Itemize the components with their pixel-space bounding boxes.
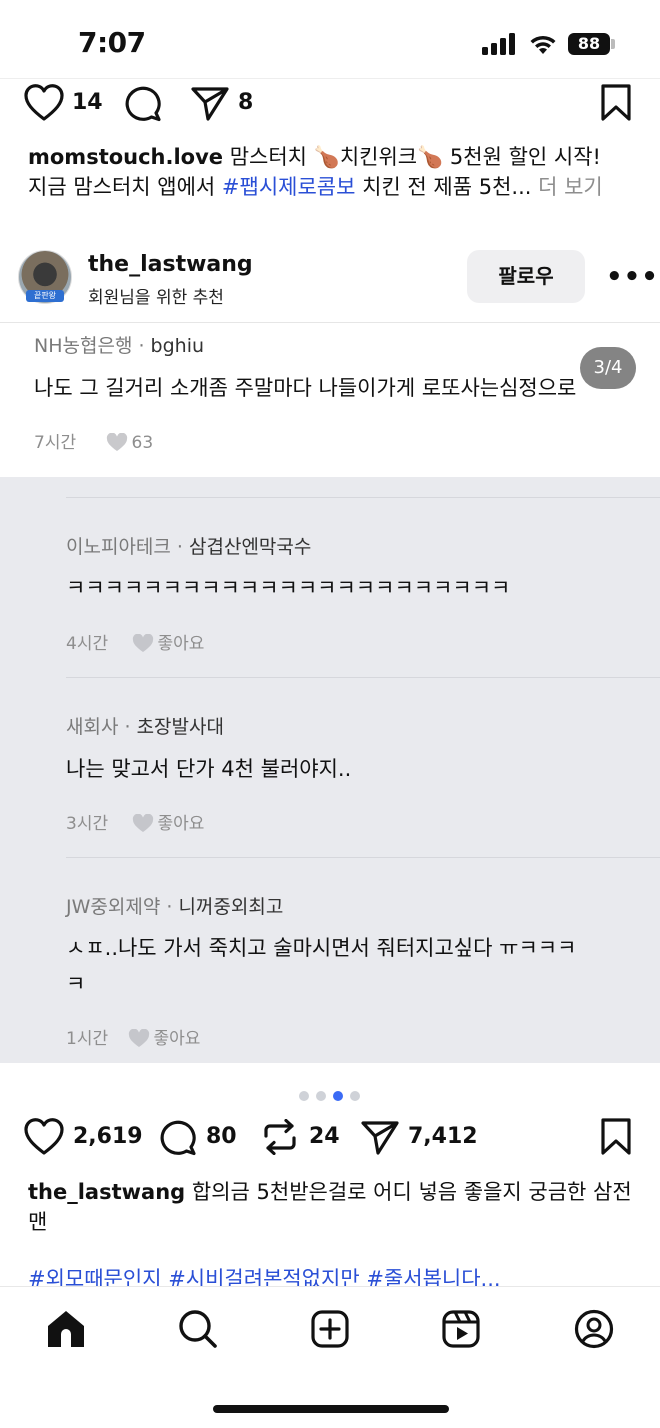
comment-company: NH농협은행: [34, 335, 133, 357]
comment-time: 7시간: [34, 433, 77, 453]
comment-company: JW중외제약: [66, 896, 161, 918]
header-divider: [0, 322, 660, 323]
carousel-dot: [316, 1091, 326, 1101]
avatar-badge-label: 끝판왕: [33, 291, 57, 300]
like-button[interactable]: [24, 1118, 64, 1156]
reply-divider: [66, 677, 660, 678]
see-more-link[interactable]: 더 보기: [531, 175, 603, 199]
comment-author: JW중외제약 · 니꺼중외최고: [66, 896, 284, 918]
comment-time: 1시간: [66, 1029, 109, 1049]
comment-time: 3시간: [66, 814, 109, 834]
caption-username[interactable]: momstouch.love: [28, 145, 223, 169]
comment-meta: 1시간 좋아요: [66, 1024, 200, 1049]
comment-author: NH농협은행 · bghiu: [34, 335, 205, 357]
like-button[interactable]: [24, 84, 64, 122]
comment-like-icon[interactable]: [128, 1029, 150, 1048]
comment-like-label[interactable]: 좋아요: [158, 634, 205, 654]
comment-author: 새회사 · 초장발사대: [66, 716, 224, 738]
comment-nickname[interactable]: bghiu: [151, 335, 204, 357]
comment-count: 80: [206, 1124, 237, 1149]
comment-like-icon[interactable]: [106, 433, 128, 452]
comment-meta: 4시간 좋아요: [66, 629, 204, 654]
caption-username[interactable]: the_lastwang: [28, 1180, 185, 1204]
reply-divider: [66, 857, 660, 858]
comment-nickname[interactable]: 삼겹산엔막국수: [189, 536, 311, 558]
page-indicator: 3/4: [580, 347, 636, 389]
carousel-dot: [350, 1091, 360, 1101]
hashtag-link[interactable]: #팹시제로콤보: [222, 175, 356, 199]
repost-button[interactable]: [261, 1119, 299, 1155]
comment-text: ㅅㅍ..나도 가서 죽치고 술마시면서 줘터지고싶다 ㅠㅋㅋㅋ ㅋ: [66, 930, 646, 1002]
status-time: 7:07: [78, 26, 146, 59]
reply-divider: [66, 497, 660, 498]
like-count: 2,619: [73, 1124, 143, 1149]
share-button[interactable]: [360, 1120, 400, 1156]
top-post-caption: momstouch.love 맘스터치 🍗치킨위크🍗 5천원 할인 시작! 지금…: [28, 142, 638, 202]
comment-company: 이노피아테크: [66, 536, 171, 558]
comment-meta: 7시간 63: [34, 428, 153, 453]
comment-text: 나도 그 길거리 소개좀 주말마다 나들이가게 로또사는심정으로: [34, 376, 577, 400]
comment-like-label[interactable]: 좋아요: [158, 814, 205, 834]
comment-like-count: 63: [131, 433, 154, 453]
caption-text: 치킨 전 제품 5천...: [355, 175, 532, 199]
comment-button[interactable]: [158, 1118, 198, 1156]
more-options-icon[interactable]: •••: [606, 262, 659, 292]
comment-text-line: ㅋ: [66, 972, 86, 996]
comment-nickname[interactable]: 니꺼중외최고: [178, 896, 283, 918]
comment-like-icon[interactable]: [132, 814, 154, 833]
comment-author: 이노피아테크 · 삼겹산엔막국수: [66, 536, 312, 558]
profile-icon[interactable]: [574, 1309, 614, 1349]
battery-nub: [611, 39, 615, 49]
post-username[interactable]: the_lastwang: [88, 252, 253, 277]
carousel-dots: [299, 1086, 367, 1105]
comment-button[interactable]: [123, 84, 163, 122]
carousel-dot-active: [333, 1091, 343, 1101]
post-caption: the_lastwang 합의금 5천받은걸로 어디 넣음 좋을지 궁금한 삼전…: [28, 1177, 633, 1237]
comment-text: 나는 맞고서 단가 4천 불러야지..: [66, 757, 352, 781]
comment-meta: 3시간 좋아요: [66, 809, 204, 834]
repost-count: 24: [309, 1124, 340, 1149]
avatar-badge: 끝판왕: [26, 290, 64, 302]
comment-nickname[interactable]: 초장발사대: [137, 716, 224, 738]
wifi-icon: [528, 32, 558, 56]
carousel-dot: [299, 1091, 309, 1101]
caption-text: 지금 맘스터치 앱에서: [28, 175, 222, 199]
reels-icon[interactable]: [442, 1310, 480, 1348]
share-count: 8: [238, 90, 254, 115]
top-divider: [0, 78, 660, 79]
home-icon[interactable]: [46, 1310, 86, 1348]
search-icon[interactable]: [178, 1309, 218, 1349]
battery-indicator: 88: [568, 33, 610, 55]
caption-text: 맘스터치 🍗치킨위크🍗 5천원 할인 시작!: [223, 145, 601, 169]
comment-text-line: ㅅㅍ..나도 가서 죽치고 술마시면서 줘터지고싶다 ㅠㅋㅋㅋ: [66, 936, 577, 960]
signal-icon: [482, 33, 518, 55]
share-button[interactable]: [190, 86, 230, 122]
follow-button[interactable]: 팔로우: [467, 250, 585, 303]
comment-like-icon[interactable]: [132, 634, 154, 653]
bookmark-button[interactable]: [600, 1118, 632, 1156]
home-indicator: [213, 1405, 449, 1413]
comment-like-label[interactable]: 좋아요: [154, 1029, 201, 1049]
comment-text: ㅋㅋㅋㅋㅋㅋㅋㅋㅋㅋㅋㅋㅋㅋㅋㅋㅋㅋㅋㅋㅋㅋㅋ: [66, 576, 511, 600]
share-count: 7,412: [408, 1124, 478, 1149]
post-subtitle: 회원님을 위한 추천: [88, 288, 224, 308]
comment-company: 새회사: [66, 716, 119, 738]
like-count: 14: [72, 90, 103, 115]
create-icon[interactable]: [311, 1310, 349, 1348]
bookmark-button[interactable]: [600, 84, 632, 122]
comment-time: 4시간: [66, 634, 109, 654]
